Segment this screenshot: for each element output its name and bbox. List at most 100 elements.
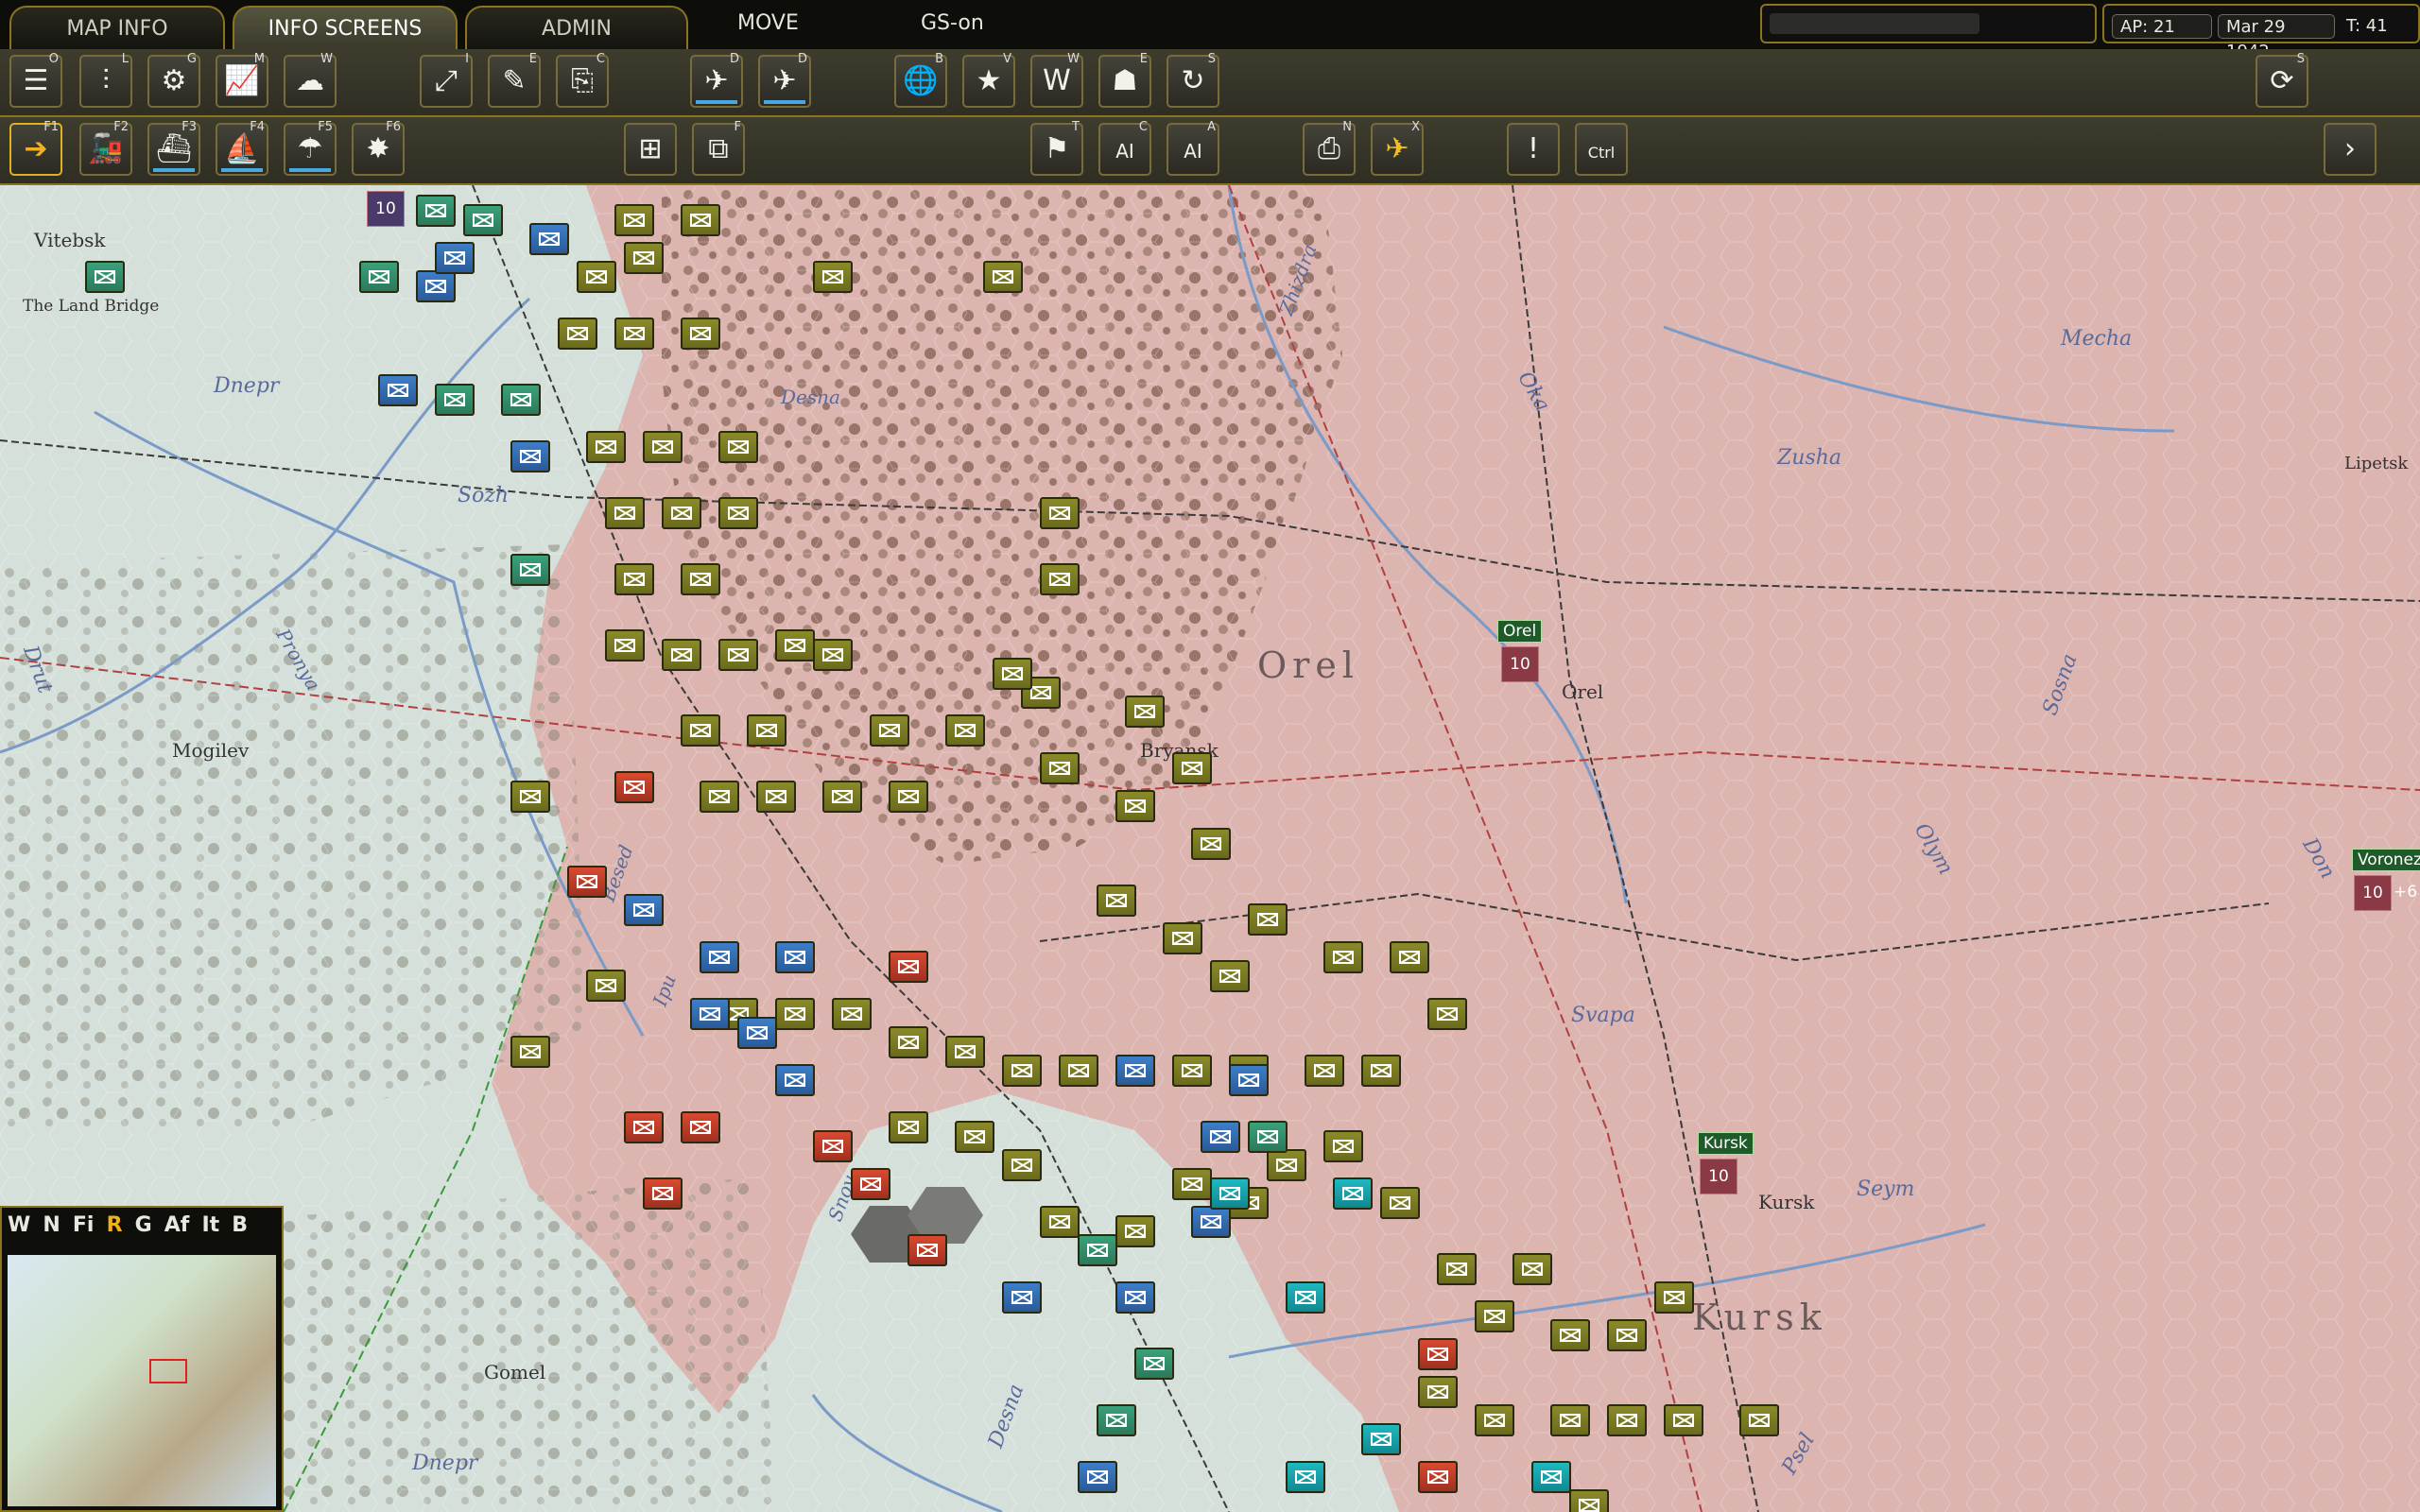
soviet-unit-counter[interactable] (889, 951, 928, 983)
axis-unit-counter[interactable] (605, 497, 645, 529)
axis-unit-counter[interactable] (577, 261, 616, 293)
soviet-unit-counter[interactable] (1333, 1177, 1373, 1210)
soviet-unit-counter[interactable] (435, 384, 475, 416)
axis-unit-counter[interactable] (510, 781, 550, 813)
axis-unit-counter[interactable] (813, 639, 853, 671)
city-gomel[interactable]: Gomel (484, 1361, 545, 1383)
soviet-unit-counter[interactable] (1418, 1338, 1458, 1370)
soviet-unit-counter[interactable] (1286, 1281, 1325, 1314)
soviet-unit-counter[interactable] (435, 242, 475, 274)
soviet-unit-counter[interactable] (1418, 1461, 1458, 1493)
axis-unit-counter[interactable] (1664, 1404, 1703, 1436)
soviet-unit-counter[interactable] (85, 261, 125, 293)
city-kursk[interactable]: Kursk (1758, 1191, 1814, 1213)
axis-unit-counter[interactable] (870, 714, 909, 747)
vp-voronezh-value[interactable]: 10 (2354, 875, 2392, 911)
axis-unit-counter[interactable] (1040, 1206, 1080, 1238)
soviet-unit-counter[interactable] (1078, 1234, 1117, 1266)
filter-af[interactable]: Af (164, 1213, 190, 1237)
axis-unit-counter[interactable] (614, 563, 654, 595)
axis-unit-counter[interactable] (1040, 752, 1080, 784)
rebase-mode-button[interactable]: ⧉ F (692, 121, 745, 176)
city-mogilev[interactable]: Mogilev (172, 739, 249, 762)
soviet-unit-counter[interactable] (359, 261, 399, 293)
axis-unit-counter[interactable] (1002, 1055, 1042, 1087)
build-button[interactable]: 🌐 B (894, 53, 947, 108)
events-button[interactable]: ☗ E (1098, 53, 1151, 108)
soviet-unit-counter[interactable] (416, 195, 456, 227)
ai-ground-button[interactable]: AI C (1098, 121, 1151, 176)
axis-unit-counter[interactable] (775, 629, 815, 662)
axis-unit-counter[interactable] (614, 318, 654, 350)
air-directive-button[interactable]: ✈ D (690, 53, 743, 108)
soviet-unit-counter[interactable] (463, 204, 503, 236)
axis-unit-counter[interactable] (1361, 1055, 1401, 1087)
axis-unit-counter[interactable] (662, 639, 701, 671)
settings-button[interactable]: ⚙ G (147, 53, 200, 108)
axis-unit-counter[interactable] (681, 563, 720, 595)
minimap-viewport[interactable] (149, 1359, 187, 1383)
move-mode-button[interactable]: ➔ F1 (9, 121, 62, 176)
soviet-unit-counter[interactable] (643, 1177, 683, 1210)
war-info-button[interactable]: WW (1030, 53, 1083, 108)
axis-unit-counter[interactable] (1380, 1187, 1420, 1219)
soviet-unit-counter[interactable] (501, 384, 541, 416)
axis-unit-counter[interactable] (586, 431, 626, 463)
soviet-unit-counter[interactable] (681, 1111, 720, 1143)
naval-mode-button[interactable]: ⛴ F3 (147, 121, 200, 176)
soviet-unit-counter[interactable] (700, 941, 739, 973)
axis-unit-counter[interactable] (1191, 828, 1231, 860)
axis-unit-counter[interactable] (643, 431, 683, 463)
axis-unit-counter[interactable] (1115, 1215, 1155, 1247)
axis-unit-counter[interactable] (889, 781, 928, 813)
group-mode-button[interactable]: ⊞ (624, 123, 677, 176)
axis-unit-counter[interactable] (1418, 1376, 1458, 1408)
formation-list-button[interactable]: ☰ O (9, 53, 62, 108)
soviet-unit-counter[interactable] (1115, 1281, 1155, 1314)
victory-button[interactable]: ★ V (962, 53, 1015, 108)
soviet-unit-counter[interactable] (1531, 1461, 1571, 1493)
axis-unit-counter[interactable] (718, 639, 758, 671)
axis-unit-counter[interactable] (1002, 1149, 1042, 1181)
axis-unit-counter[interactable] (1654, 1281, 1694, 1314)
filter-g[interactable]: G (135, 1213, 152, 1237)
airborne-mode-button[interactable]: ☂ F5 (284, 121, 337, 176)
axis-unit-counter[interactable] (700, 781, 739, 813)
axis-unit-counter[interactable] (1040, 497, 1080, 529)
axis-unit-counter[interactable] (822, 781, 862, 813)
minimap-view[interactable] (8, 1255, 276, 1506)
vp-kursk-value[interactable]: 10 (1700, 1159, 1737, 1194)
axis-unit-counter[interactable] (1059, 1055, 1098, 1087)
weather-button[interactable]: ☁ W (284, 53, 337, 108)
soviet-unit-counter[interactable] (1134, 1348, 1174, 1380)
orders-button[interactable]: ⎘ C (556, 53, 609, 108)
filter-fi[interactable]: Fi (73, 1213, 95, 1237)
filter-b[interactable]: B (232, 1213, 248, 1237)
city-landbridge[interactable]: The Land Bridge (23, 297, 159, 316)
hq-report-button[interactable]: ⎙ N (1303, 121, 1356, 176)
tab-map-info[interactable]: MAP INFO (9, 6, 225, 49)
soviet-unit-counter[interactable] (775, 941, 815, 973)
soviet-unit-counter[interactable] (378, 374, 418, 406)
axis-unit-counter[interactable] (1115, 790, 1155, 822)
axis-unit-counter[interactable] (1607, 1319, 1647, 1351)
rail-mode-button[interactable]: 🚂 F2 (79, 121, 132, 176)
axis-unit-counter[interactable] (624, 242, 664, 274)
flag-mode-button[interactable]: ⚑ T (1030, 121, 1083, 176)
axis-unit-counter[interactable] (1607, 1404, 1647, 1436)
axis-unit-counter[interactable] (1569, 1489, 1609, 1512)
air-mission-button[interactable]: ✈ X (1371, 121, 1424, 176)
axis-unit-counter[interactable] (993, 658, 1032, 690)
soviet-unit-counter[interactable] (1078, 1461, 1117, 1493)
axis-unit-counter[interactable] (1512, 1253, 1552, 1285)
axis-unit-counter[interactable] (945, 1036, 985, 1068)
axis-unit-counter[interactable] (1475, 1300, 1514, 1332)
game-map[interactable]: Orel Kursk Vitebsk The Land Bridge Mogil… (0, 185, 2420, 1512)
axis-unit-counter[interactable] (662, 497, 701, 529)
axis-unit-counter[interactable] (1210, 960, 1250, 992)
soviet-unit-counter[interactable] (737, 1017, 777, 1049)
unit-list-button[interactable]: ⫶ L (79, 53, 132, 108)
soviet-unit-counter[interactable] (1248, 1121, 1288, 1153)
soviet-unit-counter[interactable] (813, 1130, 853, 1162)
axis-unit-counter[interactable] (1163, 922, 1202, 954)
